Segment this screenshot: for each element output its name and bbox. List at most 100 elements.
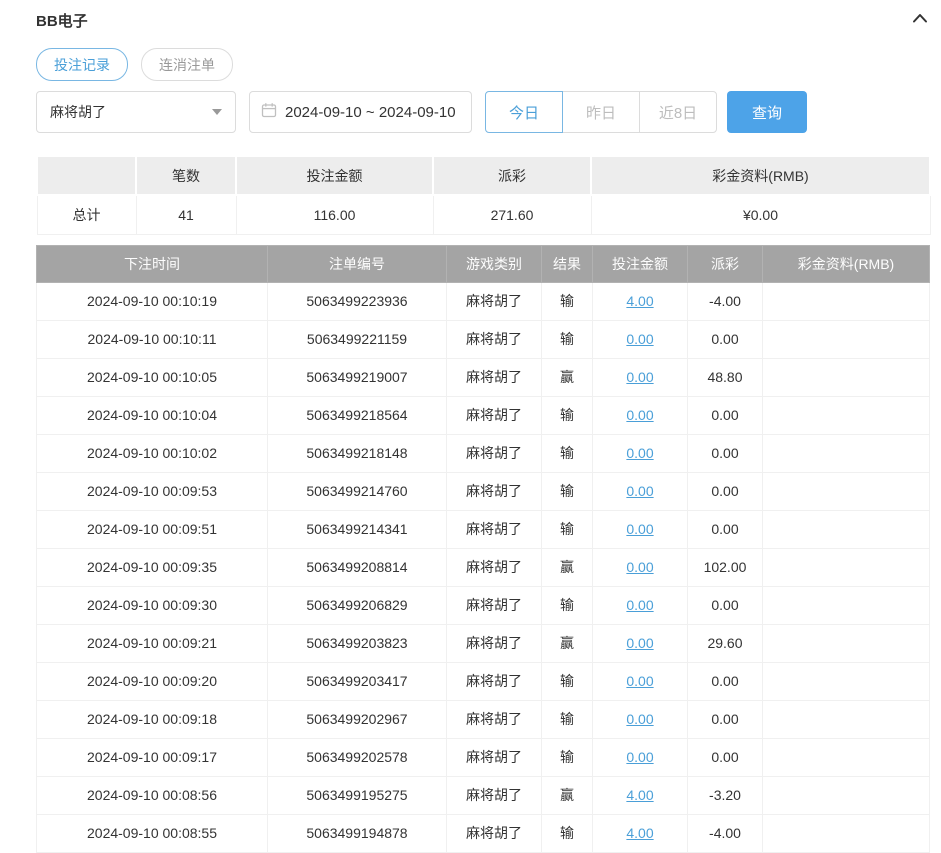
game-type-cell: 麻将胡了 — [447, 738, 542, 776]
bet-amount-link[interactable]: 4.00 — [626, 293, 653, 309]
table-row: 2024-09-10 00:09:215063499203823麻将胡了赢0.0… — [37, 624, 930, 662]
result-cell: 赢 — [542, 548, 593, 586]
game-type-cell: 麻将胡了 — [447, 814, 542, 852]
bonus-cell — [763, 282, 930, 320]
bet-amount-cell: 0.00 — [593, 358, 688, 396]
result-cell: 输 — [542, 510, 593, 548]
bet-amount-cell: 0.00 — [593, 434, 688, 472]
table-row: 2024-09-10 00:09:305063499206829麻将胡了输0.0… — [37, 586, 930, 624]
bet-time-cell: 2024-09-10 00:08:55 — [37, 814, 268, 852]
bet-records-panel: BB电子 投注记录 连消注单 麻将胡了 2024-09-10 ~ 2 — [0, 0, 941, 853]
bet-id-cell: 5063499194878 — [268, 814, 447, 852]
summary-header-bet-amount: 投注金额 — [236, 156, 433, 195]
payout-cell: 0.00 — [688, 434, 763, 472]
bet-time-cell: 2024-09-10 00:10:19 — [37, 282, 268, 320]
bet-amount-cell: 0.00 — [593, 738, 688, 776]
result-cell: 输 — [542, 814, 593, 852]
summary-header-bonus: 彩金资料(RMB) — [591, 156, 930, 195]
payout-cell: 0.00 — [688, 472, 763, 510]
bet-amount-cell: 4.00 — [593, 776, 688, 814]
bet-time-cell: 2024-09-10 00:10:02 — [37, 434, 268, 472]
query-button[interactable]: 查询 — [727, 91, 807, 133]
header-bet-time: 下注时间 — [37, 245, 268, 282]
result-cell: 输 — [542, 396, 593, 434]
last-8-days-button[interactable]: 近8日 — [639, 91, 717, 133]
payout-cell: 102.00 — [688, 548, 763, 586]
summary-total-bet-amount: 116.00 — [236, 195, 433, 234]
date-range-input[interactable]: 2024-09-10 ~ 2024-09-10 — [249, 91, 472, 133]
bet-amount-link[interactable]: 0.00 — [626, 749, 653, 765]
today-button[interactable]: 今日 — [485, 91, 563, 133]
result-cell: 输 — [542, 586, 593, 624]
payout-cell: -4.00 — [688, 814, 763, 852]
bet-amount-link[interactable]: 0.00 — [626, 711, 653, 727]
table-row: 2024-09-10 00:09:205063499203417麻将胡了输0.0… — [37, 662, 930, 700]
bet-time-cell: 2024-09-10 00:09:20 — [37, 662, 268, 700]
bet-amount-link[interactable]: 4.00 — [626, 825, 653, 841]
tab-cancelled-bets[interactable]: 连消注单 — [141, 48, 233, 81]
bonus-cell — [763, 472, 930, 510]
bet-amount-link[interactable]: 0.00 — [626, 635, 653, 651]
bet-time-cell: 2024-09-10 00:10:11 — [37, 320, 268, 358]
table-row: 2024-09-10 00:10:115063499221159麻将胡了输0.0… — [37, 320, 930, 358]
bet-amount-cell: 0.00 — [593, 548, 688, 586]
bet-amount-link[interactable]: 0.00 — [626, 483, 653, 499]
payout-cell: -4.00 — [688, 282, 763, 320]
bonus-cell — [763, 396, 930, 434]
bet-amount-link[interactable]: 0.00 — [626, 521, 653, 537]
bet-time-cell: 2024-09-10 00:09:18 — [37, 700, 268, 738]
result-cell: 输 — [542, 282, 593, 320]
bet-id-cell: 5063499206829 — [268, 586, 447, 624]
result-cell: 输 — [542, 738, 593, 776]
result-cell: 输 — [542, 700, 593, 738]
bet-id-cell: 5063499195275 — [268, 776, 447, 814]
game-type-cell: 麻将胡了 — [447, 662, 542, 700]
bonus-cell — [763, 738, 930, 776]
game-type-cell: 麻将胡了 — [447, 776, 542, 814]
bet-amount-cell: 0.00 — [593, 472, 688, 510]
payout-cell: 0.00 — [688, 738, 763, 776]
bet-amount-link[interactable]: 0.00 — [626, 369, 653, 385]
bonus-cell — [763, 624, 930, 662]
result-cell: 输 — [542, 472, 593, 510]
game-type-cell: 麻将胡了 — [447, 472, 542, 510]
header-payout: 派彩 — [688, 245, 763, 282]
game-type-cell: 麻将胡了 — [447, 548, 542, 586]
bonus-cell — [763, 700, 930, 738]
header-bonus: 彩金资料(RMB) — [763, 245, 930, 282]
filter-bar: 麻将胡了 2024-09-10 ~ 2024-09-10 今日 昨日 近8日 查… — [36, 91, 929, 133]
payout-cell: 48.80 — [688, 358, 763, 396]
summary-total-label: 总计 — [37, 195, 136, 234]
bonus-cell — [763, 320, 930, 358]
table-row: 2024-09-10 00:09:175063499202578麻将胡了输0.0… — [37, 738, 930, 776]
bet-amount-link[interactable]: 0.00 — [626, 673, 653, 689]
bet-amount-link[interactable]: 0.00 — [626, 445, 653, 461]
table-row: 2024-09-10 00:10:045063499218564麻将胡了输0.0… — [37, 396, 930, 434]
payout-cell: 0.00 — [688, 510, 763, 548]
chevron-up-icon — [912, 11, 928, 29]
result-cell: 输 — [542, 434, 593, 472]
bet-amount-cell: 4.00 — [593, 282, 688, 320]
tab-bar: 投注记录 连消注单 — [36, 48, 929, 81]
game-select[interactable]: 麻将胡了 — [36, 91, 236, 133]
yesterday-button[interactable]: 昨日 — [562, 91, 640, 133]
bet-time-cell: 2024-09-10 00:09:51 — [37, 510, 268, 548]
bet-id-cell: 5063499218564 — [268, 396, 447, 434]
bet-amount-link[interactable]: 0.00 — [626, 331, 653, 347]
tab-bet-records[interactable]: 投注记录 — [36, 48, 128, 81]
game-type-cell: 麻将胡了 — [447, 586, 542, 624]
game-select-value: 麻将胡了 — [50, 102, 106, 122]
payout-cell: 0.00 — [688, 396, 763, 434]
table-row: 2024-09-10 00:09:355063499208814麻将胡了赢0.0… — [37, 548, 930, 586]
payout-cell: 0.00 — [688, 662, 763, 700]
bet-id-cell: 5063499223936 — [268, 282, 447, 320]
bonus-cell — [763, 358, 930, 396]
bet-amount-link[interactable]: 0.00 — [626, 597, 653, 613]
collapse-button[interactable] — [911, 13, 929, 27]
bonus-cell — [763, 776, 930, 814]
table-row: 2024-09-10 00:09:515063499214341麻将胡了输0.0… — [37, 510, 930, 548]
bet-amount-link[interactable]: 0.00 — [626, 559, 653, 575]
bet-amount-link[interactable]: 4.00 — [626, 787, 653, 803]
bet-id-cell: 5063499214760 — [268, 472, 447, 510]
bet-amount-link[interactable]: 0.00 — [626, 407, 653, 423]
